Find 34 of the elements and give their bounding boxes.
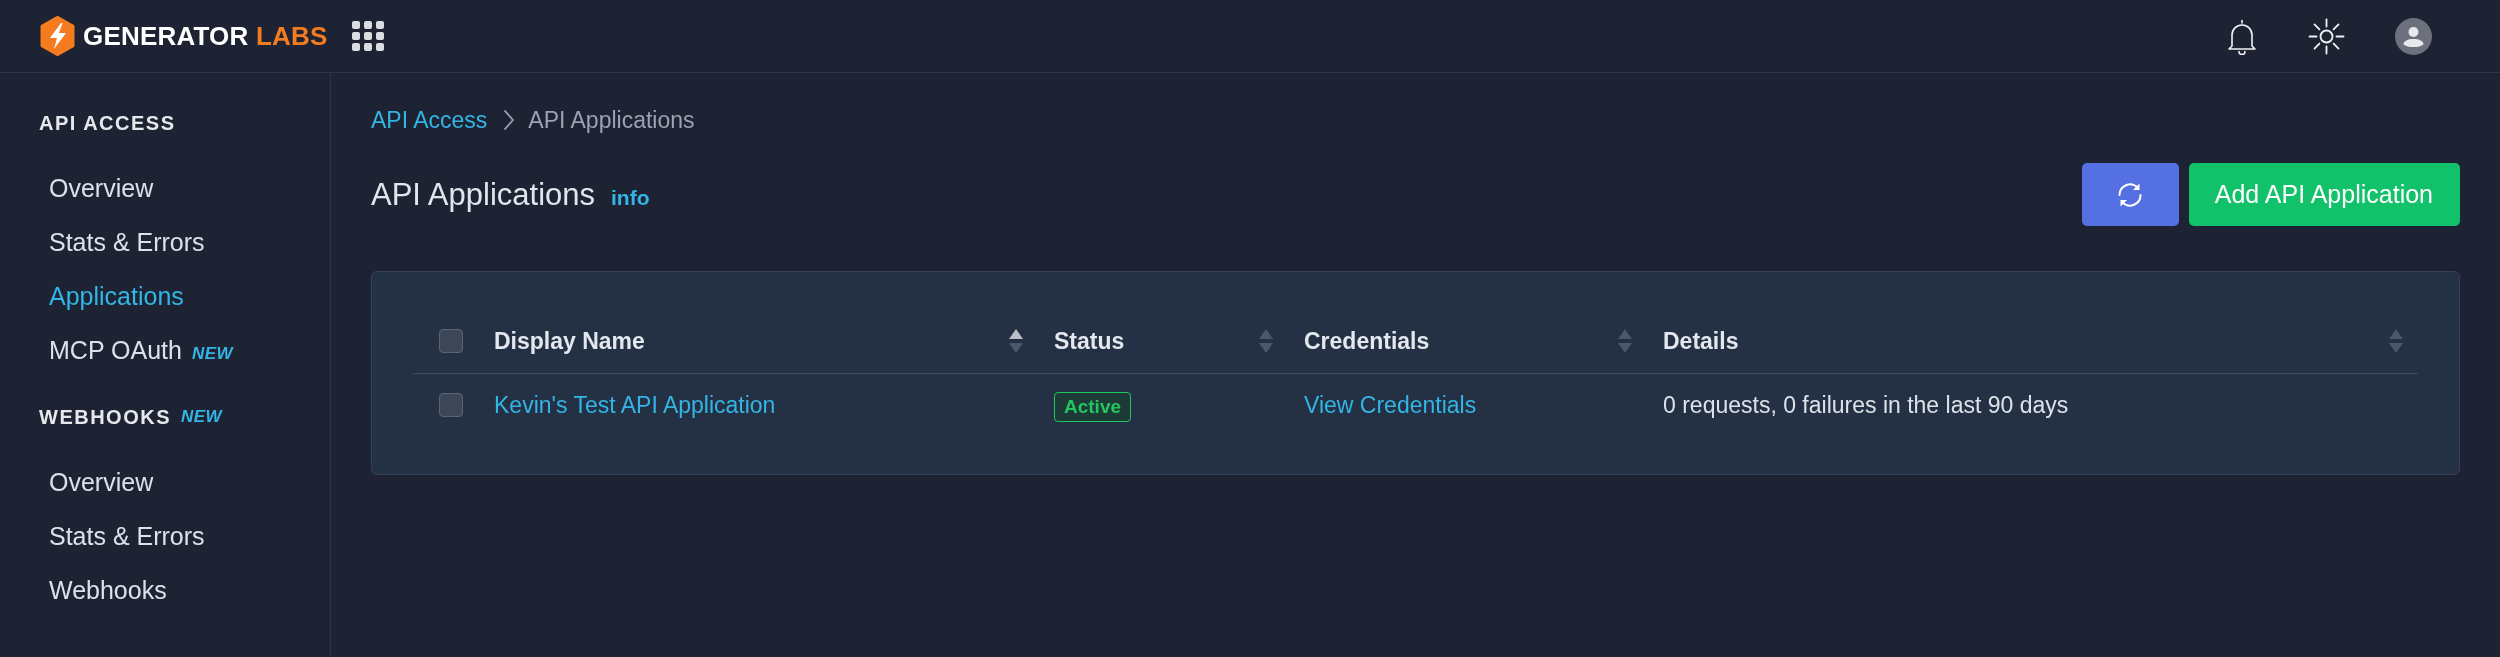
sidebar-item[interactable]: Overview [39, 161, 164, 215]
section-heading: API ACCESS [39, 111, 176, 135]
column-header[interactable]: Credentials [1304, 323, 1430, 358]
sun-icon[interactable] [2308, 17, 2345, 55]
info-link[interactable]: info [611, 181, 650, 213]
refresh-button[interactable] [2081, 163, 2179, 226]
brand-name: GENERATOR LABS [83, 21, 328, 51]
logo-icon [40, 16, 75, 56]
sidebar-item[interactable]: Webhooks [39, 563, 177, 617]
avatar-icon[interactable] [2395, 17, 2432, 55]
sidebar-item[interactable]: MCP OAuth NEW [39, 323, 244, 381]
sidebar-item[interactable]: Applications [39, 269, 194, 323]
column-header[interactable]: Details [1663, 323, 1739, 358]
checkbox[interactable] [439, 393, 463, 418]
sidebar-item[interactable]: Stats & Errors [39, 509, 215, 563]
column-header[interactable]: Display Name [494, 323, 645, 358]
details-text: 0 requests, 0 failures in the last 90 days [1663, 392, 2069, 418]
column-header[interactable]: Status [1054, 323, 1125, 358]
sidebar-item[interactable]: Overview [39, 455, 164, 509]
view-credentials-link[interactable]: View Credentials [1304, 392, 1477, 418]
sidebar-item[interactable]: Stats & Errors [39, 215, 215, 269]
bell-icon[interactable] [2226, 17, 2258, 55]
chevron-icon [503, 109, 516, 131]
status-badge: Active [1054, 392, 1132, 422]
section-heading: WEBHOOKS [39, 405, 171, 429]
page-title: API Applications [371, 175, 596, 214]
breadcrumb-link[interactable]: API Access [371, 105, 488, 135]
checkbox[interactable] [439, 328, 463, 353]
sort-icon[interactable] [1009, 328, 1023, 353]
apps-grid-icon[interactable] [351, 21, 384, 51]
application-name-link[interactable]: Kevin's Test API Application [494, 392, 776, 418]
new-label: NEW [191, 344, 234, 363]
new-label: NEW [181, 406, 223, 428]
breadcrumb-current: API Applications [528, 106, 695, 135]
